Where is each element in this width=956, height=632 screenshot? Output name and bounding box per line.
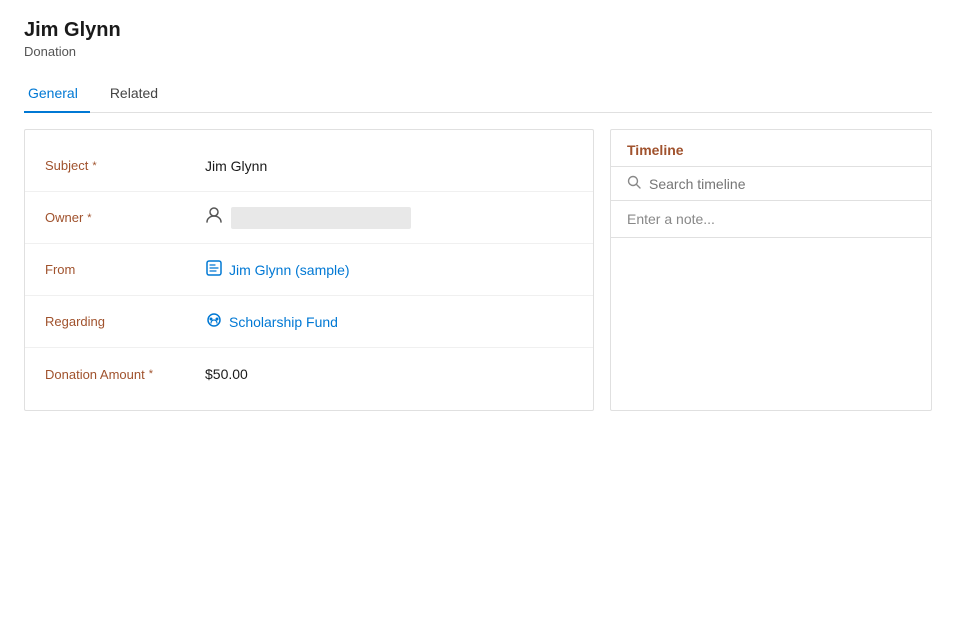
person-icon [205,206,223,229]
owner-required: * [87,212,91,224]
regarding-label: Regarding [45,314,205,329]
record-header: Jim Glynn Donation [24,18,932,59]
from-label: From [45,262,205,277]
search-icon [627,175,641,192]
donation-required: * [149,368,153,380]
tab-general[interactable]: General [24,77,90,113]
from-value[interactable]: Jim Glynn (sample) [205,259,573,280]
timeline-search-input[interactable] [649,176,915,192]
field-row-subject: Subject * Jim Glynn [25,140,593,192]
form-card: Subject * Jim Glynn Owner * [24,129,594,411]
owner-label: Owner * [45,210,205,225]
timeline-note-placeholder[interactable]: Enter a note... [611,201,931,238]
main-content: Subject * Jim Glynn Owner * [24,129,932,411]
donation-amount-label: Donation Amount * [45,367,205,382]
field-row-donation-amount: Donation Amount * $50.00 [25,348,593,400]
field-row-regarding: Regarding Scholarship Fund [25,296,593,348]
tab-related[interactable]: Related [106,77,170,113]
page-container: Jim Glynn Donation General Related Subje… [0,0,956,429]
field-row-owner: Owner * [25,192,593,244]
tabs-bar: General Related [24,77,932,113]
field-row-from: From Jim Glynn (sample) [25,244,593,296]
subject-label: Subject * [45,158,205,173]
regarding-entity-icon [205,311,223,332]
record-title: Jim Glynn [24,18,932,42]
timeline-header: Timeline [611,130,931,167]
regarding-value[interactable]: Scholarship Fund [205,311,573,332]
owner-value[interactable] [205,206,573,229]
owner-bar [231,207,411,229]
record-type: Donation [24,44,932,59]
from-entity-icon [205,259,223,280]
subject-required: * [92,160,96,172]
donation-amount-value[interactable]: $50.00 [205,366,573,382]
timeline-panel: Timeline Enter a note... [610,129,932,411]
subject-value[interactable]: Jim Glynn [205,158,573,174]
timeline-search-bar[interactable] [611,167,931,201]
